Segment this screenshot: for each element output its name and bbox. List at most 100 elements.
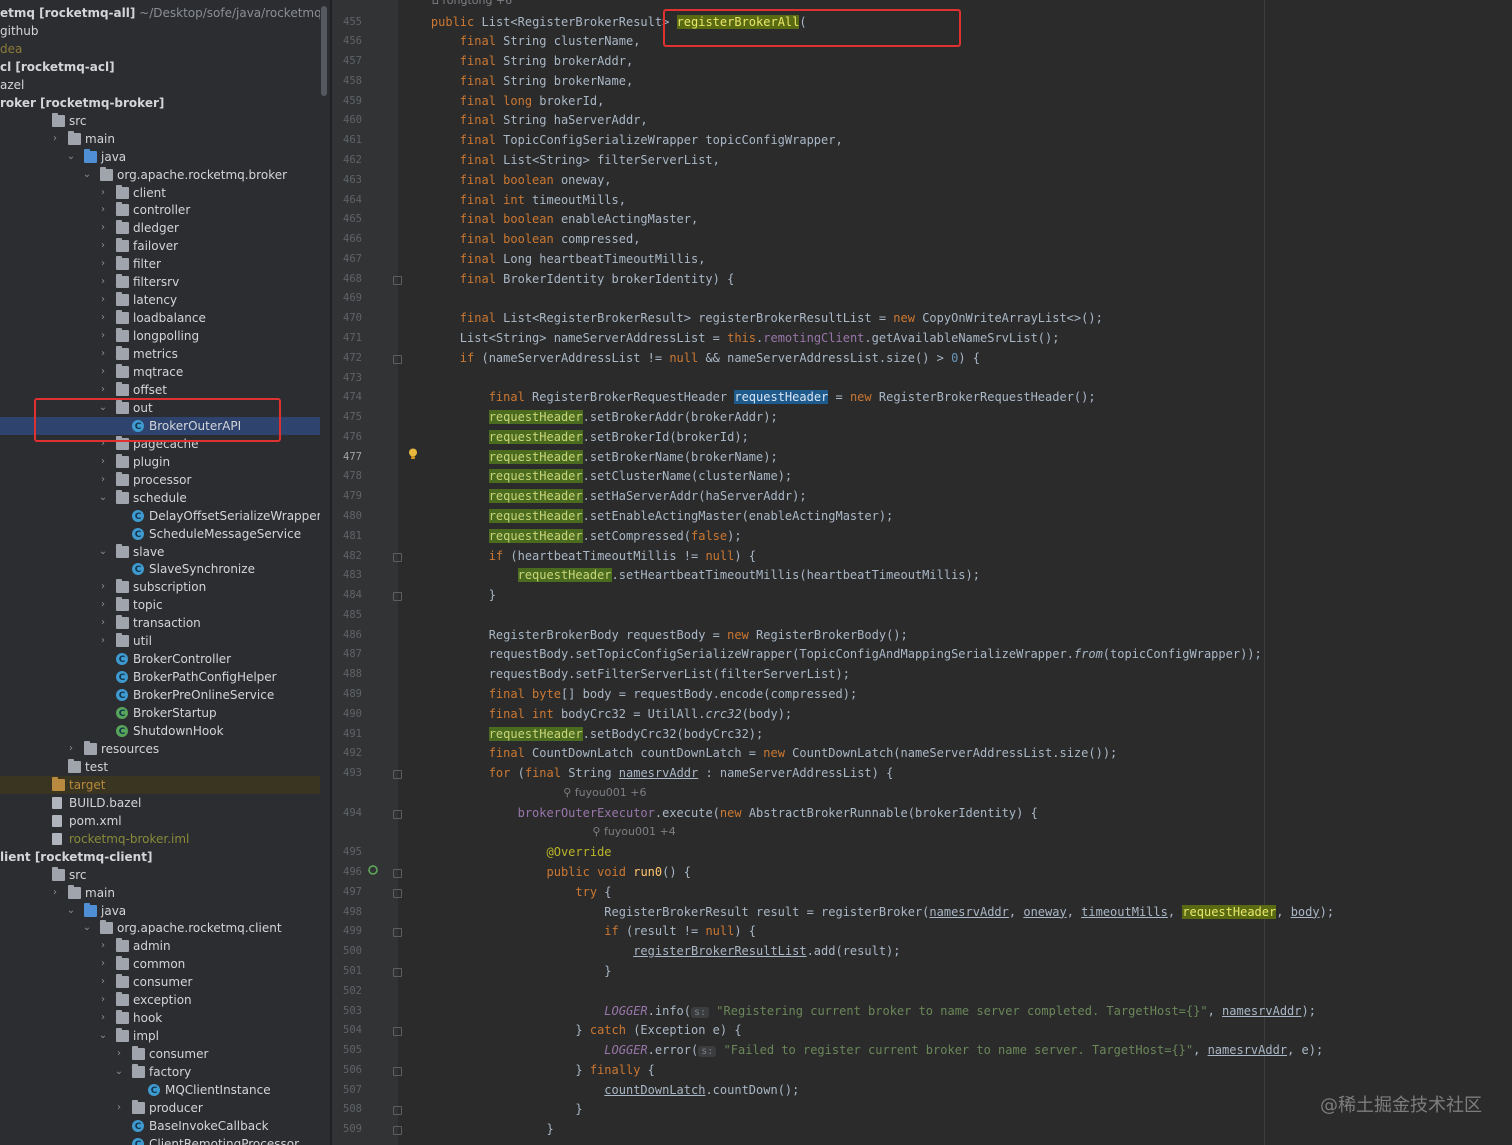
chevron-right-icon[interactable]: › xyxy=(98,614,108,632)
tree-item[interactable]: ⌄ org.apache.rocketmq.client xyxy=(0,919,320,937)
tree-item[interactable]: ⌄ org.apache.rocketmq.broker xyxy=(0,166,320,184)
chevron-right-icon[interactable]: › xyxy=(98,363,108,381)
tree-item[interactable]: › offset xyxy=(0,381,320,399)
tree-item[interactable]: › mqtrace xyxy=(0,363,320,381)
tree-item[interactable]: › controller xyxy=(0,201,320,219)
chevron-right-icon[interactable]: › xyxy=(98,471,108,489)
tree-item[interactable]: ⌄ schedule xyxy=(0,489,320,507)
tree-item[interactable]: › main xyxy=(0,130,320,148)
tree-item[interactable]: › subscription xyxy=(0,578,320,596)
author-hint[interactable]: ⌂ rongtong +6 xyxy=(432,0,512,7)
code-line[interactable]: try { xyxy=(402,883,611,902)
code-line[interactable]: List<String> nameServerAddressList = thi… xyxy=(402,329,1060,348)
code-line[interactable]: } finally { xyxy=(402,1061,654,1080)
tree-item[interactable]: › topic xyxy=(0,596,320,614)
code-line[interactable]: registerBrokerResultList.add(result); xyxy=(402,942,900,961)
code-line[interactable]: for (final String namesrvAddr : nameServ… xyxy=(402,764,894,783)
tree-item[interactable]: ⌄ slave xyxy=(0,543,320,561)
code-line[interactable]: if (heartbeatTimeoutMillis != null) { xyxy=(402,547,756,566)
fold-marker-icon[interactable] xyxy=(393,354,402,364)
chevron-right-icon[interactable]: › xyxy=(98,937,108,955)
tree-item[interactable]: lient [rocketmq-client] xyxy=(0,848,320,866)
chevron-right-icon[interactable]: › xyxy=(98,955,108,973)
fold-marker-icon[interactable] xyxy=(393,888,402,898)
chevron-right-icon[interactable]: › xyxy=(98,327,108,345)
code-line[interactable]: public void run0() { xyxy=(402,863,692,882)
code-line[interactable]: final String clusterName, xyxy=(402,32,641,51)
chevron-right-icon[interactable]: › xyxy=(98,219,108,237)
tree-item[interactable]: › hook xyxy=(0,1009,320,1027)
chevron-right-icon[interactable]: › xyxy=(98,632,108,650)
code-line[interactable]: @Override xyxy=(402,843,612,862)
chevron-down-icon[interactable]: ⌄ xyxy=(98,543,108,561)
chevron-right-icon[interactable]: › xyxy=(114,1045,124,1063)
chevron-down-icon[interactable]: ⌄ xyxy=(98,1027,108,1045)
tree-item[interactable]: › main xyxy=(0,884,320,902)
code-line[interactable]: if (nameServerAddressList != null && nam… xyxy=(402,349,980,368)
fold-marker-icon[interactable] xyxy=(393,1066,402,1076)
tree-item[interactable]: › common xyxy=(0,955,320,973)
tree-item[interactable]: › filtersrv xyxy=(0,273,320,291)
tree-item[interactable]: › dledger xyxy=(0,219,320,237)
chevron-right-icon[interactable]: › xyxy=(98,291,108,309)
code-line[interactable]: final BrokerIdentity brokerIdentity) { xyxy=(402,270,735,289)
code-line[interactable]: } xyxy=(402,1100,582,1119)
code-line[interactable]: } xyxy=(402,962,611,981)
chevron-right-icon[interactable]: › xyxy=(98,255,108,273)
tree-item[interactable]: etmq [rocketmq-all] ~/Desktop/sofe/java/… xyxy=(0,4,320,22)
fold-marker-icon[interactable] xyxy=(393,275,402,285)
code-line[interactable]: final boolean enableActingMaster, xyxy=(402,210,698,229)
code-line[interactable]: LOGGER.info(s: "Registering current brok… xyxy=(402,1002,1316,1021)
fold-marker-icon[interactable] xyxy=(393,1126,402,1136)
code-line[interactable]: RegisterBrokerResult result = registerBr… xyxy=(402,903,1334,922)
code-line[interactable]: final List<String> filterServerList, xyxy=(402,151,720,170)
chevron-right-icon[interactable]: › xyxy=(98,578,108,596)
tree-item[interactable]: › metrics xyxy=(0,345,320,363)
tree-item[interactable]: › latency xyxy=(0,291,320,309)
tree-item[interactable]: › admin xyxy=(0,937,320,955)
chevron-down-icon[interactable]: ⌄ xyxy=(114,1063,124,1081)
tree-item[interactable]: github xyxy=(0,22,320,40)
tree-item[interactable]: target xyxy=(0,775,320,794)
tree-item[interactable]: › resources xyxy=(0,740,320,758)
tree-item[interactable]: BaseInvokeCallback xyxy=(0,1117,320,1136)
tree-item[interactable]: roker [rocketmq-broker] xyxy=(0,94,320,112)
code-line[interactable]: LOGGER.error(s: "Failed to register curr… xyxy=(402,1041,1323,1060)
fold-marker-icon[interactable] xyxy=(393,1027,402,1037)
tree-item[interactable]: src xyxy=(0,866,320,884)
tree-item[interactable]: › filter xyxy=(0,255,320,273)
project-tree-scrollbar[interactable] xyxy=(320,0,330,1145)
tree-item[interactable]: azel xyxy=(0,76,320,94)
tree-item[interactable]: › failover xyxy=(0,237,320,255)
tree-item[interactable]: BrokerController xyxy=(0,650,320,669)
code-line[interactable]: if (result != null) { xyxy=(402,922,756,941)
code-line[interactable]: final String haServerAddr, xyxy=(402,111,648,130)
code-line[interactable]: final boolean compressed, xyxy=(402,230,641,249)
code-line[interactable]: requestHeader.setBrokerAddr(brokerAddr); xyxy=(402,408,778,427)
tree-item[interactable]: DelayOffsetSerializeWrapper xyxy=(0,507,320,526)
chevron-down-icon[interactable]: ⌄ xyxy=(82,166,92,184)
tree-item[interactable]: › processor xyxy=(0,471,320,489)
tree-item[interactable]: ⌄ java xyxy=(0,902,320,920)
chevron-right-icon[interactable]: › xyxy=(98,184,108,202)
lightbulb-icon[interactable] xyxy=(408,448,418,460)
tree-item[interactable]: BrokerPathConfigHelper xyxy=(0,668,320,687)
chevron-right-icon[interactable]: › xyxy=(98,345,108,363)
tree-item[interactable]: › loadbalance xyxy=(0,309,320,327)
code-editor[interactable]: 455 456 457 458 459 460 461 462 463 464 465 466 467 4… xyxy=(332,0,1512,1145)
tree-item[interactable]: SlaveSynchronize xyxy=(0,560,320,579)
chevron-right-icon[interactable]: › xyxy=(50,130,60,148)
chevron-right-icon[interactable]: › xyxy=(66,740,76,758)
chevron-right-icon[interactable]: › xyxy=(98,991,108,1009)
override-gutter-icon[interactable] xyxy=(368,865,378,875)
fold-marker-icon[interactable] xyxy=(393,592,402,602)
scrollbar-thumb[interactable] xyxy=(321,6,327,96)
tree-item[interactable]: ScheduleMessageService xyxy=(0,525,320,544)
code-line[interactable]: RegisterBrokerBody requestBody = new Reg… xyxy=(402,626,908,645)
tree-item[interactable]: dea xyxy=(0,40,320,58)
chevron-right-icon[interactable]: › xyxy=(50,884,60,902)
tree-item[interactable]: pom.xml xyxy=(0,812,320,830)
tree-item[interactable]: BrokerStartup xyxy=(0,704,320,723)
fold-marker-icon[interactable] xyxy=(393,967,402,977)
fold-marker-icon[interactable] xyxy=(393,869,402,879)
